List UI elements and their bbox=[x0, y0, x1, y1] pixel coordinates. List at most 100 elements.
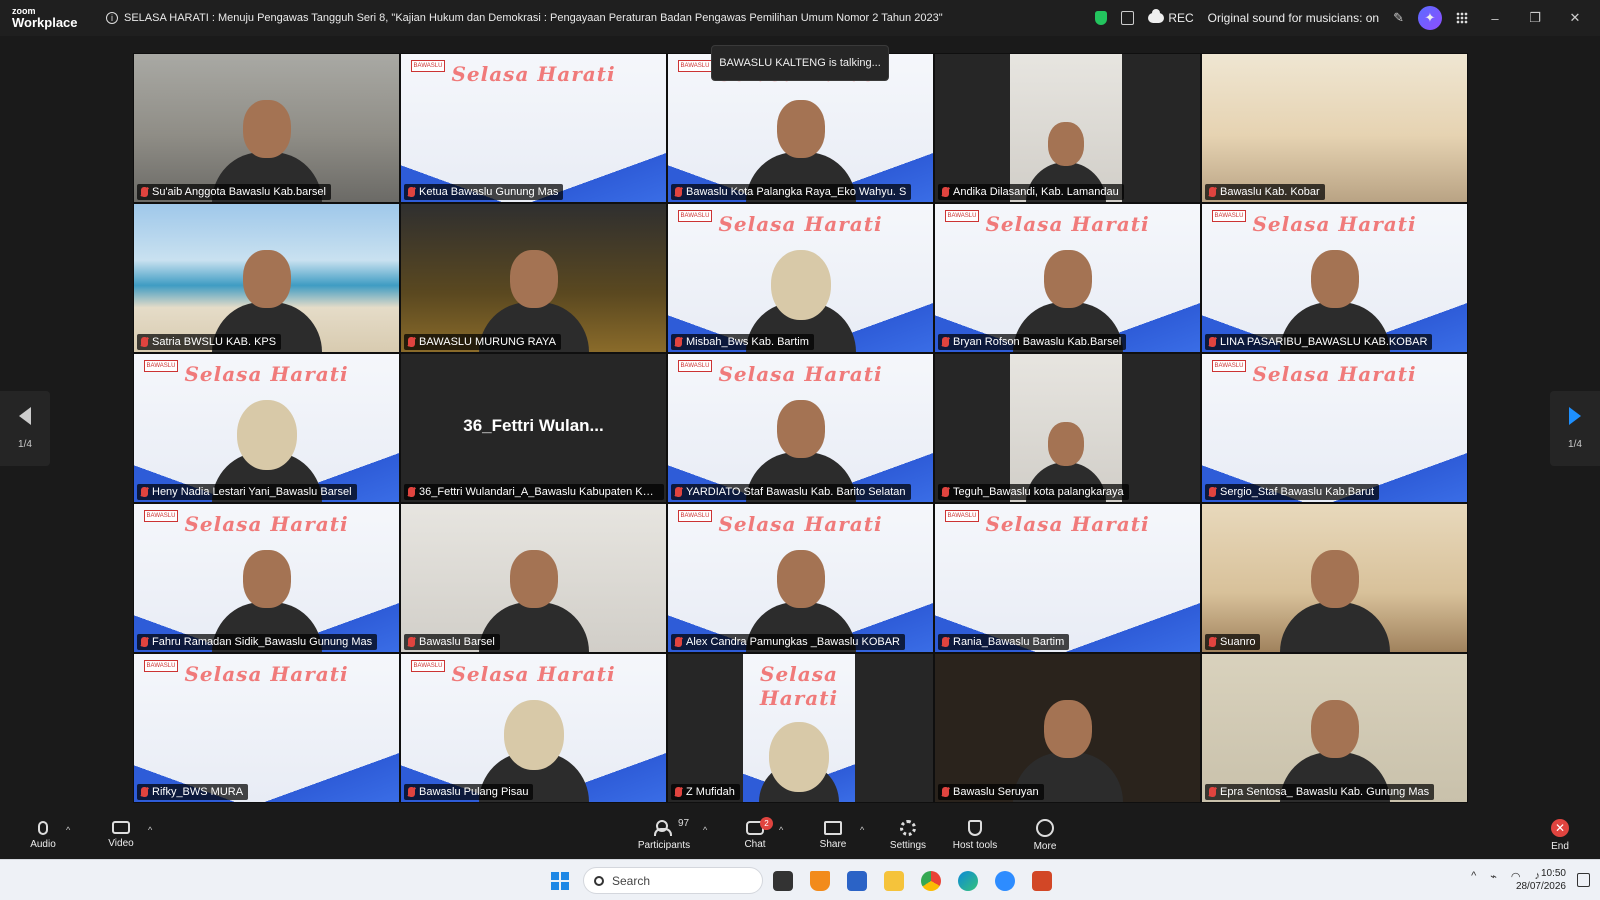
participant-count: 97 bbox=[678, 817, 690, 829]
host-tools-button[interactable]: Host tools bbox=[950, 811, 1000, 859]
participant-head bbox=[770, 250, 831, 320]
info-icon[interactable]: i bbox=[106, 12, 118, 24]
video-tile[interactable]: Bawaslu Kab. Kobar bbox=[1201, 53, 1468, 203]
restore-button[interactable]: ❐ bbox=[1522, 10, 1548, 26]
task-view-icon[interactable] bbox=[773, 871, 793, 891]
security-shield-icon[interactable] bbox=[1095, 11, 1108, 25]
participant-name: Alex Candra Pamungkas _Bawaslu KOBAR bbox=[686, 636, 900, 648]
notification-icon[interactable] bbox=[1577, 873, 1590, 887]
video-tile[interactable]: Selasa Harati BAWASLU Sergio_Staf Bawaslu … bbox=[1201, 353, 1468, 503]
search-icon bbox=[594, 875, 604, 886]
close-button[interactable]: ✕ bbox=[1562, 10, 1588, 26]
participant-name: LINA PASARIBU_BAWASLU KAB.KOBAR bbox=[1220, 336, 1428, 348]
more-button[interactable]: More bbox=[1030, 811, 1060, 859]
end-label: End bbox=[1551, 840, 1569, 852]
original-sound-status[interactable]: Original sound for musicians: on bbox=[1208, 11, 1379, 25]
prev-page-button[interactable]: 1/4 bbox=[0, 391, 50, 466]
store-icon[interactable] bbox=[847, 871, 867, 891]
mic-muted-icon bbox=[675, 787, 682, 797]
participant-body bbox=[1279, 602, 1390, 652]
taskbar-clock[interactable]: 10:50 28/07/2026 bbox=[1516, 867, 1566, 893]
participant-name: Rifky_BWS MURA bbox=[152, 786, 244, 798]
audio-label: Audio bbox=[30, 838, 56, 850]
chat-chevron-icon[interactable]: ^ bbox=[779, 825, 783, 835]
meeting-title: SELASA HARATI : Menuju Pengawas Tangguh … bbox=[124, 12, 943, 24]
participant-name: Fahru Ramadan Sidik_Bawaslu Gunung Mas bbox=[152, 636, 373, 648]
participant-name-tag: Bawaslu Pulang Pisau bbox=[404, 784, 534, 800]
settings-button[interactable]: Settings bbox=[888, 811, 928, 859]
participant-head bbox=[776, 100, 825, 158]
video-tile[interactable]: Epra Sentosa_ Bawaslu Kab. Gunung Mas bbox=[1201, 653, 1468, 803]
meeting-toolbar: Audio ^ Video ^ 97 Participants ^ 2 Chat… bbox=[0, 811, 1600, 859]
chat-button[interactable]: 2 Chat bbox=[740, 811, 773, 859]
participants-chevron-icon[interactable]: ^ bbox=[703, 825, 707, 835]
ai-companion-icon[interactable]: ✦ bbox=[1418, 6, 1442, 30]
video-tile[interactable]: Selasa Harati BAWASLU Rifky_BWS MURA bbox=[133, 653, 400, 803]
video-button[interactable]: Video bbox=[104, 811, 138, 859]
vlc-icon[interactable] bbox=[810, 871, 830, 891]
notes-icon[interactable] bbox=[1121, 11, 1135, 25]
video-tile[interactable]: Selasa Harati BAWASLU Fahru Ramadan Sidik_… bbox=[133, 503, 400, 653]
end-button[interactable]: ✕ End bbox=[1547, 811, 1573, 859]
participant-name: Ketua Bawaslu Gunung Mas bbox=[419, 186, 559, 198]
video-tile[interactable]: Teguh_Bawaslu kota palangkaraya bbox=[934, 353, 1201, 503]
video-tile[interactable]: Selasa Harati BAWASLU YARDIATO Staf Bawasl… bbox=[667, 353, 934, 503]
participant-name-tag: Misbah_Bws Kab. Bartim bbox=[671, 334, 814, 350]
participant-name-tag: Epra Sentosa_ Bawaslu Kab. Gunung Mas bbox=[1205, 784, 1435, 800]
minimize-button[interactable]: – bbox=[1482, 11, 1508, 26]
video-tile[interactable]: Selasa Harati BAWASLU Rania_Bawaslu Bartim bbox=[934, 503, 1201, 653]
taskbar-search[interactable]: Search bbox=[583, 867, 763, 894]
participant-name-tag: Bawaslu Kota Palangka Raya_Eko Wahyu. S bbox=[671, 184, 912, 200]
apps-grid-icon[interactable] bbox=[1456, 12, 1468, 24]
video-tile[interactable]: BAWASLU MURUNG RAYA bbox=[400, 203, 667, 353]
powerpoint-icon[interactable] bbox=[1032, 871, 1052, 891]
share-button[interactable]: Share bbox=[818, 811, 848, 859]
participant-head bbox=[1043, 700, 1092, 758]
video-camera-icon bbox=[112, 821, 130, 834]
participant-name: Su'aib Anggota Bawaslu Kab.barsel bbox=[152, 186, 326, 198]
windows-start-icon[interactable] bbox=[551, 872, 569, 890]
mic-muted-icon bbox=[141, 637, 148, 647]
recording-indicator[interactable]: REC bbox=[1148, 9, 1194, 25]
video-tile[interactable]: Bawaslu Barsel bbox=[400, 503, 667, 653]
edge-icon[interactable] bbox=[958, 871, 978, 891]
audio-options-chevron-icon[interactable]: ^ bbox=[66, 825, 70, 835]
clock-time: 10:50 bbox=[1540, 868, 1566, 879]
video-tile[interactable]: Selasa Harati BAWASLU Misbah_Bws Kab. Bart… bbox=[667, 203, 934, 353]
bawaslu-logo: BAWASLU bbox=[411, 60, 445, 72]
participant-video bbox=[1279, 532, 1390, 652]
tray-chevron-icon[interactable]: ^ bbox=[1471, 870, 1476, 883]
chrome-icon[interactable] bbox=[921, 871, 941, 891]
video-options-chevron-icon[interactable]: ^ bbox=[148, 825, 152, 835]
participant-name-tag: Andika Dilasandi, Kab. Lamandau bbox=[938, 184, 1124, 200]
network-icon[interactable]: ⌁ bbox=[1490, 870, 1497, 883]
video-tile[interactable]: Selasa Harati BAWASLU Bawaslu Pulang Pisau bbox=[400, 653, 667, 803]
share-chevron-icon[interactable]: ^ bbox=[860, 825, 864, 835]
video-tile[interactable]: Selasa Harati BAWASLU LINA PASARIBU_BAWASL… bbox=[1201, 203, 1468, 353]
zoom-taskbar-icon[interactable] bbox=[995, 871, 1015, 891]
pen-icon[interactable]: ✎ bbox=[1393, 10, 1404, 26]
video-tile[interactable]: Satria BWSLU KAB. KPS bbox=[133, 203, 400, 353]
participants-button[interactable]: 97 Participants bbox=[636, 811, 692, 859]
video-tile[interactable]: Andika Dilasandi, Kab. Lamandau bbox=[934, 53, 1201, 203]
video-tile[interactable]: Suanro bbox=[1201, 503, 1468, 653]
mic-muted-icon bbox=[141, 487, 148, 497]
chat-bubble-icon: 2 bbox=[746, 816, 773, 835]
video-tile[interactable]: Selasa Harati BAWASLU Heny Nadia Lestari Y… bbox=[133, 353, 400, 503]
video-tile[interactable]: Selasa Harati Z Mufidah bbox=[667, 653, 934, 803]
audio-button[interactable]: Audio bbox=[28, 811, 58, 859]
video-tile[interactable]: Bawaslu Seruyan bbox=[934, 653, 1201, 803]
file-explorer-icon[interactable] bbox=[884, 871, 904, 891]
mic-muted-icon bbox=[141, 787, 148, 797]
video-tile[interactable]: Selasa Harati BAWASLU Alex Candra Pamungka… bbox=[667, 503, 934, 653]
camera-off-name: 36_Fettri Wulan... bbox=[463, 416, 604, 435]
next-page-button[interactable]: 1/4 bbox=[1550, 391, 1600, 466]
video-tile[interactable]: Su'aib Anggota Bawaslu Kab.barsel bbox=[133, 53, 400, 203]
video-tile[interactable]: Selasa Harati BAWASLU Bryan Rofson Bawaslu… bbox=[934, 203, 1201, 353]
video-tile[interactable]: 36_Fettri Wulan... 36_Fettri Wulandari_A_… bbox=[400, 353, 667, 503]
video-tile[interactable]: Selasa Harati BAWASLU Ketua Bawaslu Gunung… bbox=[400, 53, 667, 203]
bawaslu-logo: BAWASLU bbox=[144, 360, 178, 372]
settings-label: Settings bbox=[889, 839, 927, 851]
banner-title: Selasa Harati bbox=[759, 662, 839, 710]
meeting-info[interactable]: i SELASA HARATI : Menuju Pengawas Tanggu… bbox=[106, 12, 943, 24]
